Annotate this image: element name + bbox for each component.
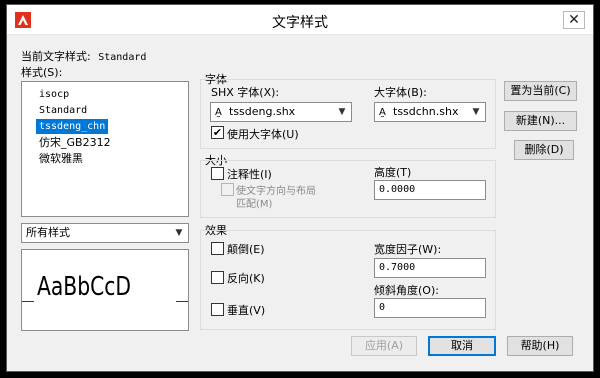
match-layout-label-line2: 匹配(M)	[236, 199, 273, 210]
new-style-button[interactable]: 新建(N)...	[504, 111, 577, 131]
use-bigfont-checkbox[interactable]: ✔	[211, 126, 224, 139]
bigfont-type-icon: A̰	[379, 107, 386, 118]
height-label: 高度(T)	[374, 166, 412, 179]
text-style-dialog: 文字样式 ✕ 当前文字样式: Standard 样式(S): isocp Sta…	[6, 4, 594, 372]
chevron-down-icon: ▼	[175, 228, 183, 238]
style-filter-dropdown[interactable]: 所有样式 ▼	[21, 223, 189, 243]
bigfont-value: tssdchn.shx	[393, 105, 459, 118]
oblique-angle-label: 倾斜角度(O):	[374, 284, 439, 297]
preview-baseline-right	[176, 301, 188, 302]
current-style-label: 当前文字样式:	[21, 50, 91, 63]
bigfont-dropdown[interactable]: A̰ tssdchn.shx ▼	[374, 102, 486, 122]
upside-down-checkbox[interactable]	[211, 242, 224, 255]
close-icon: ✕	[568, 12, 580, 28]
apply-button[interactable]: 应用(A)	[351, 336, 417, 356]
width-factor-label: 宽度因子(W):	[374, 243, 442, 256]
use-bigfont-label[interactable]: 使用大字体(U)	[227, 126, 299, 142]
bigfont-label: 大字体(B):	[374, 86, 427, 99]
annotative-checkbox[interactable]	[211, 167, 224, 180]
shx-font-type-icon: A̰	[215, 107, 222, 118]
styles-label: 样式(S):	[21, 66, 63, 79]
vertical-label[interactable]: 垂直(V)	[227, 302, 265, 318]
backwards-label[interactable]: 反向(K)	[227, 270, 265, 286]
text-preview: AaBbCcD	[21, 249, 189, 331]
set-current-button[interactable]: 置为当前(C)	[504, 81, 577, 101]
style-item-yahei[interactable]: 微软雅黑	[36, 151, 86, 166]
dialog-title: 文字样式	[272, 15, 328, 31]
chevron-down-icon: ▼	[472, 107, 480, 117]
annotative-label[interactable]: 注释性(I)	[227, 166, 272, 182]
match-layout-checkbox[interactable]	[221, 183, 234, 196]
oblique-angle-input[interactable]: 0	[374, 298, 486, 318]
style-item-standard[interactable]: Standard	[36, 103, 90, 118]
shx-font-label: SHX 字体(X):	[211, 86, 280, 99]
backwards-checkbox[interactable]	[211, 271, 224, 284]
style-filter-value: 所有样式	[26, 226, 70, 239]
title-bar[interactable]: 文字样式 ✕	[7, 5, 593, 35]
upside-down-label[interactable]: 颠倒(E)	[227, 241, 265, 257]
height-input[interactable]: 0.0000	[374, 180, 486, 200]
style-list[interactable]: isocp Standard tssdeng_chn 仿宋_GB2312 微软雅…	[21, 81, 189, 217]
chevron-down-icon: ▼	[338, 107, 346, 117]
shx-font-value: tssdeng.shx	[229, 105, 296, 118]
cancel-button[interactable]: 取消	[428, 336, 496, 356]
current-style-row: 当前文字样式: Standard	[21, 48, 146, 64]
shx-font-dropdown[interactable]: A̰ tssdeng.shx ▼	[210, 102, 352, 122]
vertical-checkbox[interactable]	[211, 303, 224, 316]
close-button[interactable]: ✕	[563, 11, 585, 29]
width-factor-input[interactable]: 0.7000	[374, 258, 486, 278]
style-item-isocp[interactable]: isocp	[36, 87, 72, 102]
current-style-value: Standard	[98, 52, 147, 63]
style-item-tssdeng-chn[interactable]: tssdeng_chn	[36, 119, 109, 134]
checkmark-icon: ✔	[212, 126, 223, 139]
preview-sample-text: AaBbCcD	[37, 272, 132, 302]
preview-baseline-left	[22, 301, 34, 302]
style-item-fangsong[interactable]: 仿宋_GB2312	[36, 135, 114, 150]
help-button[interactable]: 帮助(H)	[507, 336, 573, 356]
delete-style-button[interactable]: 删除(D)	[514, 140, 574, 160]
